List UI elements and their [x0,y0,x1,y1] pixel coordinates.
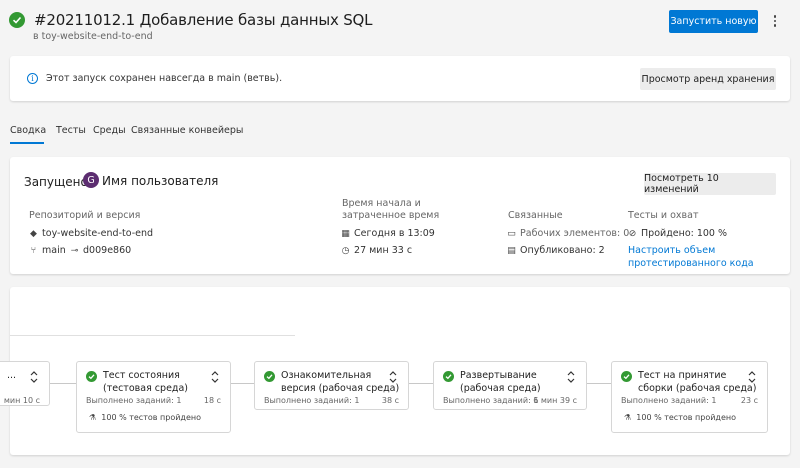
run-title: #20211012.1 Добавление базы данных SQL [34,11,373,29]
branch-name: main [42,245,66,256]
work-items-value: Рабочих элементов: 0 [520,228,630,239]
expand-icon[interactable] [747,370,757,384]
tab-related-pipelines[interactable]: Связанные конвейеры [131,125,243,136]
run-status-success-icon [9,12,25,28]
stage-connector [231,383,254,384]
branch-icon: ⑂ [30,246,37,256]
related-label: Связанные [508,210,563,221]
stage-card[interactable]: Тест состояния (тестовая среда) Выполнено… [76,361,231,433]
stage-success-icon [621,371,632,382]
stage-jobs: Выполнено заданий: 1 [443,396,539,405]
tests-passed[interactable]: ⊘ Пройдено: 100 % [627,228,727,239]
stage-success-icon [443,371,454,382]
time-label-line1: Время начала и [342,198,421,209]
avatar: G [83,172,99,188]
tab-environments[interactable]: Среды [93,125,126,136]
stage-duration: 18 с [203,396,221,405]
view-retention-leases-button[interactable]: Просмотр аренд хранения [640,68,776,90]
repo-icon: ◆ [30,229,37,239]
flask-icon: ⚗ [624,413,632,422]
stage-connector [50,383,76,384]
tests-passed-value: Пройдено: 100 % [641,228,728,239]
stage-tests[interactable]: ⚗ 100 % тестов пройдено [624,413,736,422]
stage-success-icon [264,371,275,382]
stage-name: Ознакомительная версия (рабочая среда) [281,370,400,394]
tab-summary-underline [10,142,44,144]
commit[interactable]: ⊸ d009e860 [69,245,131,256]
more-actions-icon[interactable] [769,12,781,30]
stage-card[interactable]: ... мин 10 с [0,361,50,406]
configure-coverage-link-line1[interactable]: Настроить объем [628,245,715,256]
view-changes-button[interactable]: Посмотреть 10 изменений [644,173,776,195]
time-label-line2: затраченное время [342,210,440,221]
stage-name: Развертывание (рабочая среда) [460,370,541,394]
flask-icon: ⚗ [89,413,97,422]
stage-jobs: Выполнено заданий: 1 [86,396,182,405]
configure-coverage-link-line2[interactable]: протестированного кода [628,258,754,269]
duration-value: 27 мин 33 с [354,245,413,256]
stage-name: Тест состояния (тестовая среда) [103,370,189,394]
stage-name: ... [7,370,17,381]
run-repo-subtitle: в toy-website-end-to-end [33,31,153,42]
expand-icon[interactable] [566,370,576,384]
tests-coverage-label: Тесты и охват [628,210,699,221]
duration: ◷ 27 мин 33 с [340,245,412,256]
tab-summary[interactable]: Сводка [10,125,46,136]
work-items[interactable]: ▭ Рабочих элементов: 0 [506,228,629,239]
calendar-icon: ▦ [341,229,350,239]
clock-icon: ◷ [341,246,350,256]
stage-jobs: Выполнено заданий: 1 [621,396,717,405]
repo-link[interactable]: ◆ toy-website-end-to-end [28,228,153,239]
stage-connector [587,383,611,384]
repo-version-label: Репозиторий и версия [29,210,141,221]
expand-icon[interactable] [29,370,39,384]
stage-card[interactable]: Тест на принятие сборки (рабочая среда) В… [611,361,768,433]
stage-connector [409,383,433,384]
repo-name: toy-website-end-to-end [42,228,154,239]
stage-duration: 6 мин 39 с [533,396,577,405]
stage-duration: мин 10 с [3,396,40,405]
commit-icon: ⊸ [70,246,79,256]
stage-duration: 38 с [381,396,399,405]
stage-card[interactable]: Ознакомительная версия (рабочая среда) Вы… [254,361,409,410]
divider [10,335,295,336]
stage-duration: 23 с [740,396,758,405]
stage-tests[interactable]: ⚗ 100 % тестов пройдено [89,413,201,422]
check-circle-icon: ⊘ [628,229,637,239]
start-time: ▦ Сегодня в 13:09 [340,228,435,239]
stage-card[interactable]: Развертывание (рабочая среда) Выполнено з… [433,361,587,410]
stage-jobs: Выполнено заданий: 1 [264,396,360,405]
started-by-label: Запущено [24,175,88,189]
work-item-icon: ▭ [507,229,516,239]
stage-success-icon [86,371,97,382]
branch[interactable]: ⑂ main [28,245,66,256]
start-time-value: Сегодня в 13:09 [354,228,435,239]
artifact-icon: ▤ [507,246,516,256]
tab-tests[interactable]: Тесты [56,125,86,136]
info-icon: i [27,73,38,84]
retention-banner-text: Этот запуск сохранен навсегда в main (ве… [46,73,283,84]
stage-name: Тест на принятие сборки (рабочая среда) [638,370,757,394]
expand-icon[interactable] [210,370,220,384]
published-value: Опубликовано: 2 [520,245,605,256]
published-artifacts[interactable]: ▤ Опубликовано: 2 [506,245,605,256]
expand-icon[interactable] [388,370,398,384]
run-new-button[interactable]: Запустить новую [669,10,758,33]
username[interactable]: Имя пользователя [102,174,218,188]
commit-hash: d009e860 [83,245,132,256]
